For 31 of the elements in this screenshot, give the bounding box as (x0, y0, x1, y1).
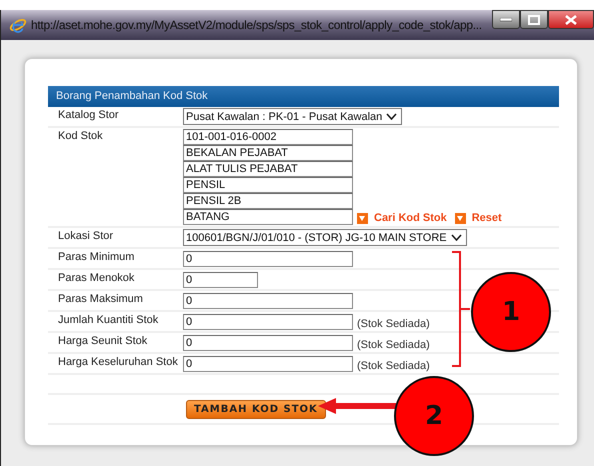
link[interactable]: Reset (454, 212, 502, 224)
window-title: http://aset.mohe.gov.my/MyAssetV2/module/sps/sps_stok_control/apply_code_stok/app... (31, 18, 483, 32)
field-label: Kod Stok (58, 129, 104, 144)
field-label: Paras Menokok (58, 271, 136, 286)
field-note: (Stok Sediada) (357, 339, 430, 351)
field-label: Paras Maksimum (58, 292, 144, 307)
input-field[interactable]: 0 (183, 272, 258, 288)
input-field[interactable]: PENSIL 2B (183, 193, 353, 209)
dropdown[interactable]: 100601/BGN/J/01/010 - (STOR) JG-10 MAIN STORE (183, 229, 467, 246)
dropdown[interactable]: Pusat Kawalan : PK-01 - Pusat Kawalan (183, 108, 402, 125)
input-field[interactable]: 0 (183, 335, 353, 351)
field-label: Harga Keseluruhan Stok (58, 355, 179, 370)
add-stock-code-button[interactable]: TAMBAH KOD STOK (186, 400, 326, 419)
input-field[interactable]: 0 (183, 251, 353, 267)
input-field[interactable]: 0 (183, 293, 353, 309)
link[interactable]: Cari Kod Stok (357, 212, 447, 224)
input-field[interactable]: 0 (183, 356, 353, 372)
input-field[interactable]: ALAT TULIS PEJABAT (183, 161, 353, 177)
form-title: Borang Penambahan Kod Stok (48, 86, 559, 107)
field-note: (Stok Sediada) (357, 360, 430, 372)
input-field[interactable]: BATANG (183, 209, 353, 225)
field-note: (Stok Sediada) (357, 318, 430, 330)
input-field[interactable]: 0 (183, 314, 353, 330)
field-label: Harga Seunit Stok (58, 334, 148, 349)
input-field[interactable]: PENSIL (183, 177, 353, 193)
input-field[interactable]: 101-001-016-0002 (183, 129, 353, 145)
field-label: Paras Minimum (58, 250, 136, 265)
field-label: Lokasi Stor (58, 229, 114, 244)
input-field[interactable]: BEKALAN PEJABAT (183, 145, 353, 161)
field-label: Jumlah Kuantiti Stok (58, 313, 160, 328)
field-label: Katalog Stor (58, 108, 120, 123)
